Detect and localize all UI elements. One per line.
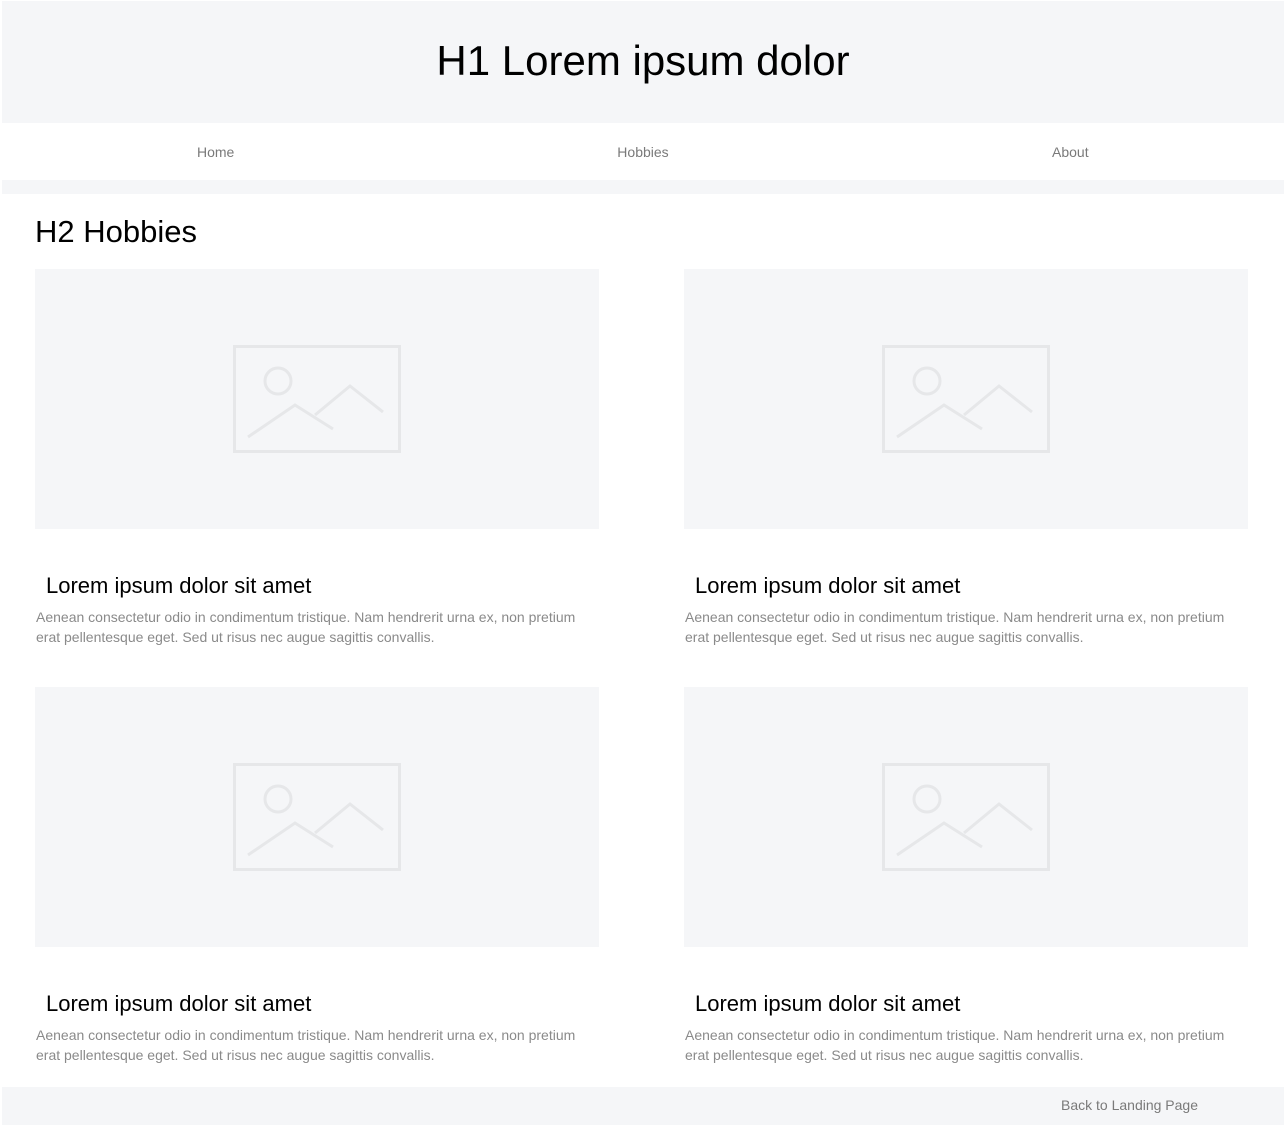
- image-placeholder-icon: [882, 763, 1050, 871]
- section-heading: H2 Hobbies: [35, 214, 197, 249]
- card-description: Aenean consectetur odio in condimentum t…: [36, 609, 576, 645]
- hobby-card: Lorem ipsum dolor sit amet Aenean consec…: [35, 269, 599, 647]
- main-nav: Home Hobbies About: [2, 123, 1284, 180]
- nav-item-hobbies[interactable]: Hobbies: [429, 123, 856, 180]
- nav-item-about[interactable]: About: [857, 123, 1284, 180]
- page-footer: Back to Landing Page: [2, 1087, 1284, 1125]
- image-placeholder-icon: [233, 763, 401, 871]
- hobby-card: Lorem ipsum dolor sit amet Aenean consec…: [684, 269, 1248, 647]
- nav-divider: [2, 180, 1284, 194]
- card-description: Aenean consectetur odio in condimentum t…: [685, 609, 1225, 645]
- card-image: [35, 687, 599, 947]
- back-to-landing-link[interactable]: Back to Landing Page: [1061, 1097, 1198, 1113]
- card-image: [35, 269, 599, 529]
- card-title: Lorem ipsum dolor sit amet: [695, 991, 961, 1016]
- image-placeholder-icon: [233, 345, 401, 453]
- card-image: [684, 687, 1248, 947]
- hobby-card: Lorem ipsum dolor sit amet Aenean consec…: [35, 687, 599, 1065]
- nav-item-home[interactable]: Home: [2, 123, 429, 180]
- hobby-card: Lorem ipsum dolor sit amet Aenean consec…: [684, 687, 1248, 1065]
- page-title: H1 Lorem ipsum dolor: [436, 37, 850, 84]
- card-title: Lorem ipsum dolor sit amet: [46, 573, 312, 598]
- card-image: [684, 269, 1248, 529]
- card-description: Aenean consectetur odio in condimentum t…: [685, 1027, 1225, 1063]
- card-title: Lorem ipsum dolor sit amet: [695, 573, 961, 598]
- image-placeholder-icon: [882, 345, 1050, 453]
- page-header: H1 Lorem ipsum dolor: [2, 1, 1284, 123]
- card-description: Aenean consectetur odio in condimentum t…: [36, 1027, 576, 1063]
- card-title: Lorem ipsum dolor sit amet: [46, 991, 312, 1016]
